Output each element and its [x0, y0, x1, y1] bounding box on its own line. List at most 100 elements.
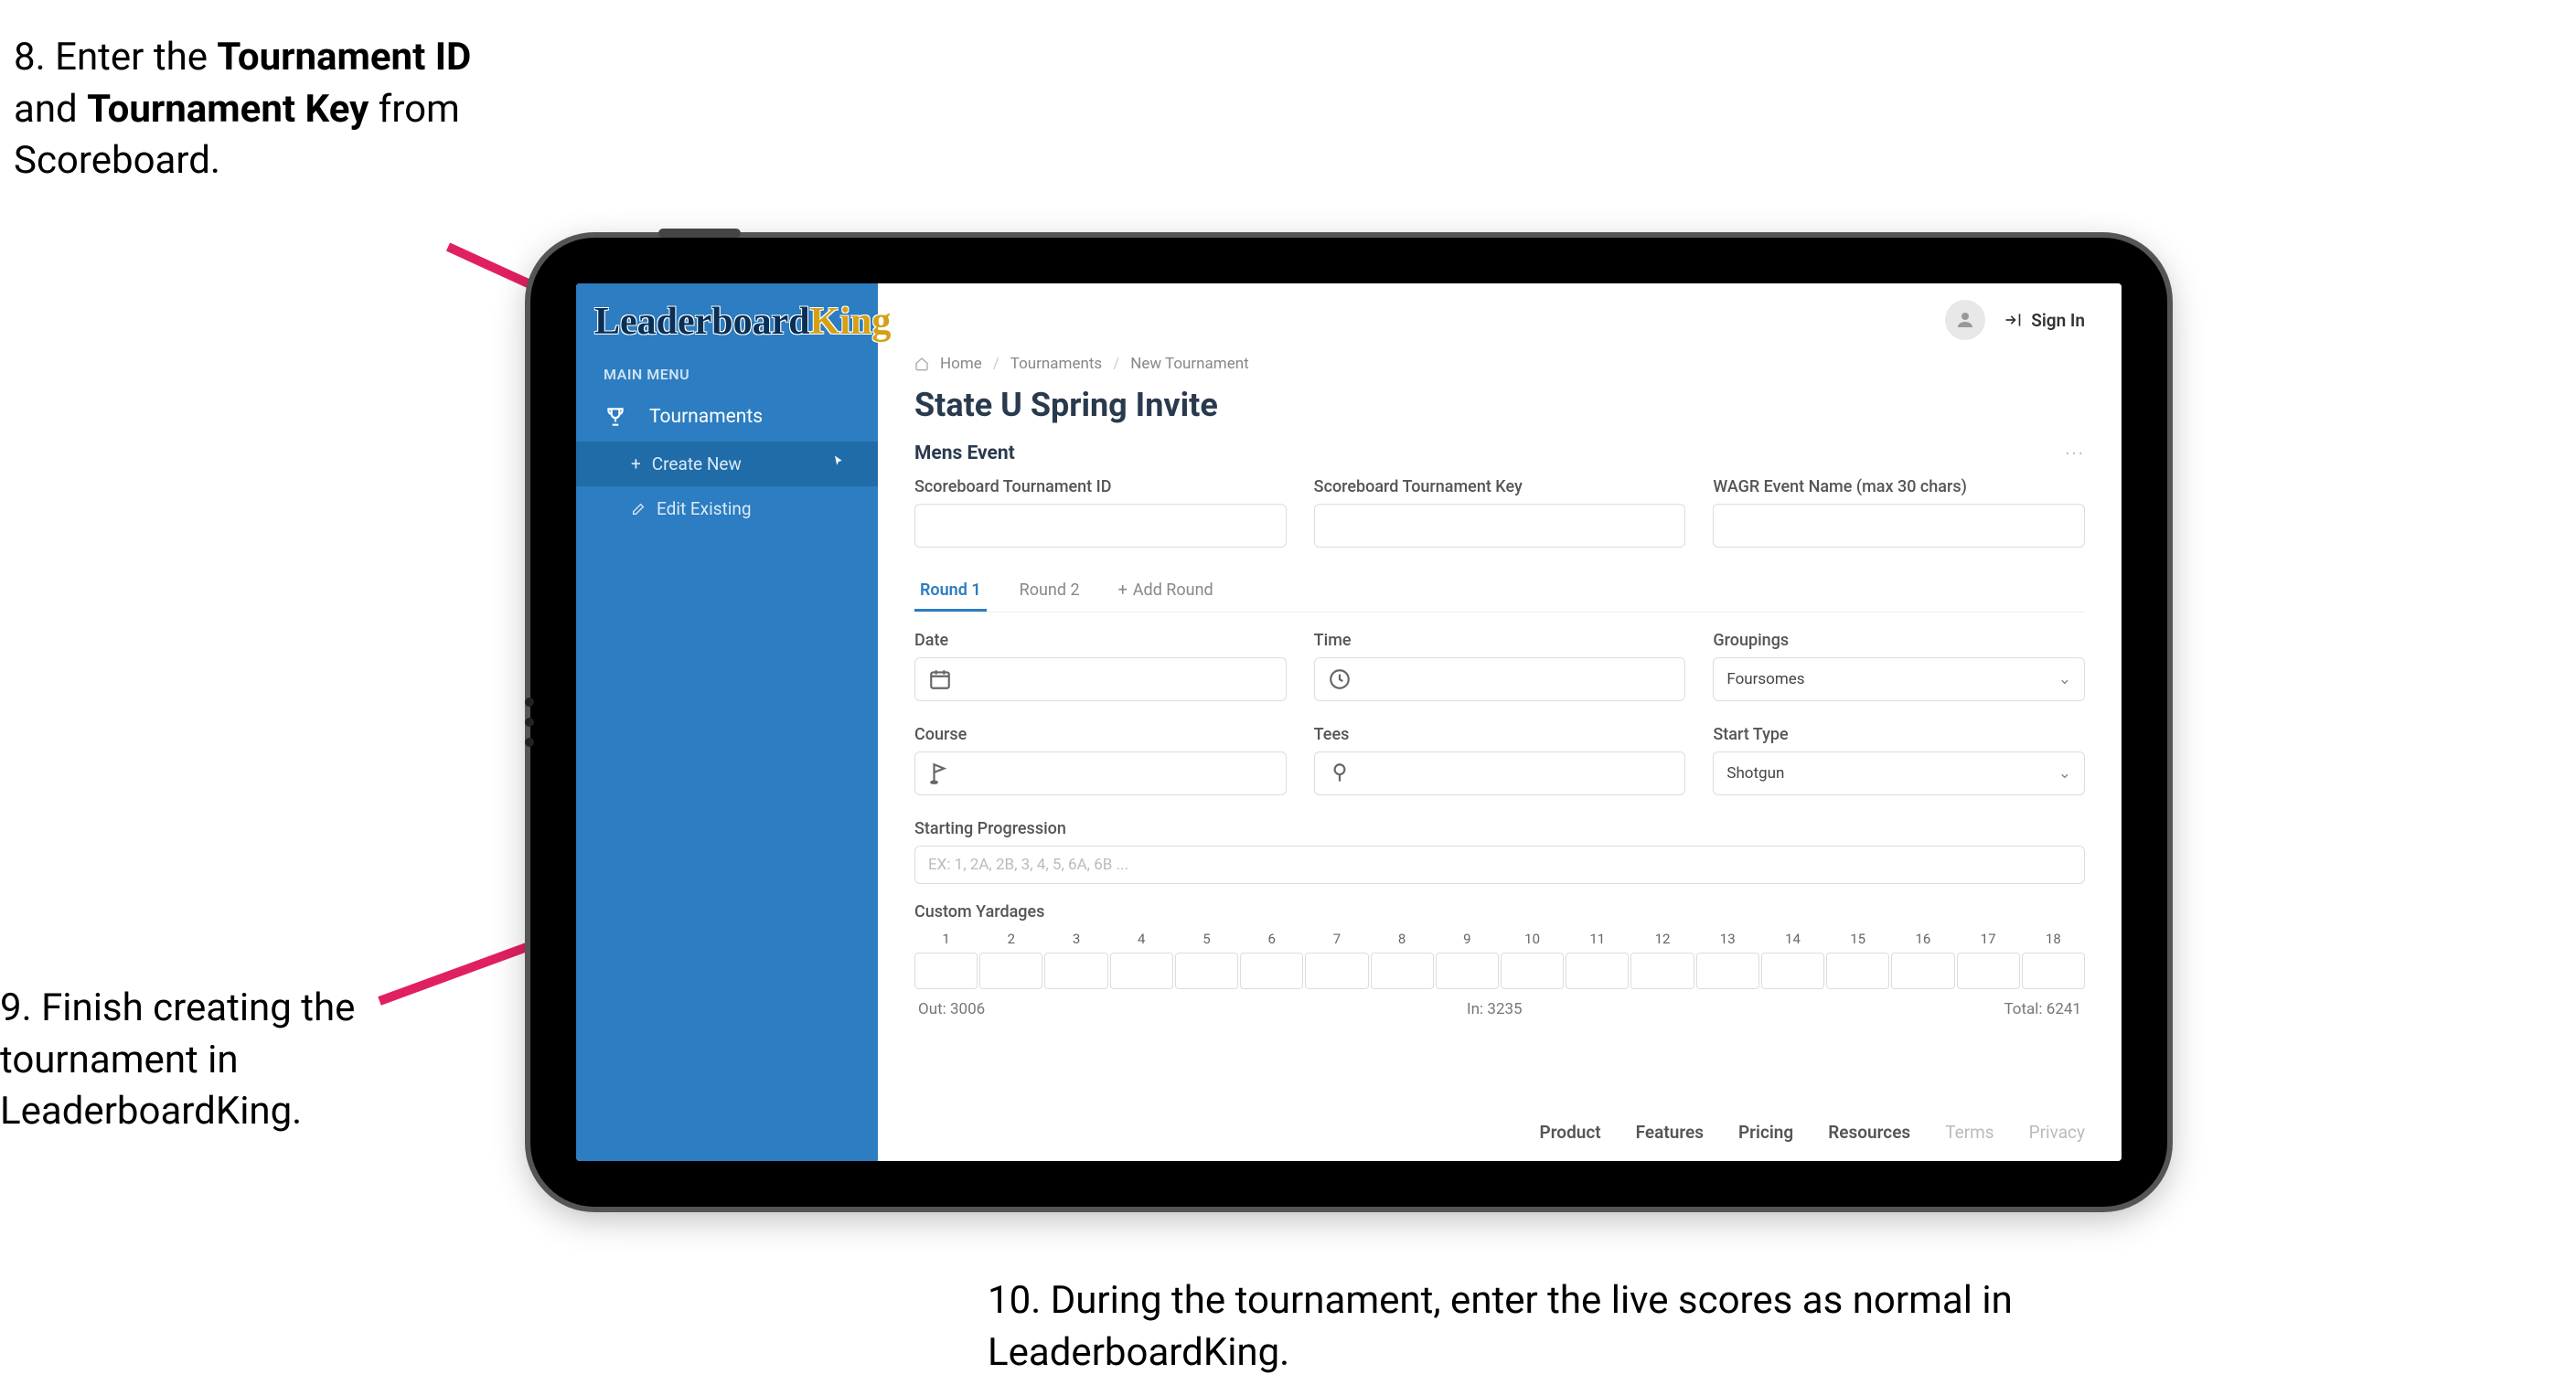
hole-yardage-input[interactable]: [1110, 953, 1173, 989]
tab-add-round[interactable]: + Add Round: [1113, 571, 1219, 612]
tee-icon: [1328, 762, 1352, 785]
input-starting-progression[interactable]: EX: 1, 2A, 2B, 3, 4, 5, 6A, 6B ...: [914, 846, 2085, 884]
start-type-value: Shotgun: [1726, 764, 1784, 783]
hole-4: 4: [1110, 931, 1173, 989]
hole-3: 3: [1044, 931, 1107, 989]
edit-icon: [631, 502, 646, 517]
tab-round-1[interactable]: Round 1: [914, 571, 987, 612]
hole-number: 14: [1761, 931, 1824, 947]
step-9: 9. Finish creating the tournament in Lea…: [0, 983, 366, 1138]
label-groupings: Groupings: [1713, 631, 2085, 650]
hole-yardage-input[interactable]: [1305, 953, 1368, 989]
crumb-tournaments[interactable]: Tournaments: [1010, 355, 1102, 373]
home-icon: [914, 357, 929, 371]
hole-1: 1: [914, 931, 978, 989]
topbar: Sign In: [878, 283, 2122, 347]
sidebar: LeaderboardKing MAIN MENU Tournaments + …: [576, 283, 878, 1161]
label-starting-progression: Starting Progression: [914, 819, 2085, 838]
input-time[interactable]: [1314, 657, 1686, 701]
signin-icon: [2004, 311, 2022, 329]
avatar[interactable]: [1945, 300, 1985, 340]
breadcrumb: Home / Tournaments / New Tournament: [914, 347, 2085, 386]
hole-11: 11: [1566, 931, 1629, 989]
footer-terms[interactable]: Terms: [1945, 1122, 1993, 1143]
event-name: Mens Event: [914, 442, 1015, 464]
hole-number: 7: [1305, 931, 1368, 947]
content: Home / Tournaments / New Tournament Stat…: [878, 347, 2122, 1096]
round-tabs: Round 1 Round 2 + Add Round: [914, 571, 2085, 613]
nav-edit-existing[interactable]: Edit Existing: [576, 486, 878, 531]
input-wagr[interactable]: [1713, 504, 2085, 548]
select-start-type[interactable]: Shotgun ⌄: [1713, 751, 2085, 795]
input-date[interactable]: [914, 657, 1287, 701]
footer-features[interactable]: Features: [1636, 1122, 1704, 1143]
trophy-icon: [604, 405, 627, 429]
user-icon: [1954, 309, 1976, 331]
tab-round-2[interactable]: Round 2: [1014, 571, 1085, 612]
crumb-home[interactable]: Home: [940, 355, 982, 373]
hole-yardage-input[interactable]: [1436, 953, 1499, 989]
hole-yardage-input[interactable]: [1175, 953, 1238, 989]
label-time: Time: [1314, 631, 1686, 650]
step-10: 10. During the tournament, enter the liv…: [988, 1275, 2176, 1379]
input-course[interactable]: [914, 751, 1287, 795]
signin-button[interactable]: Sign In: [2004, 310, 2085, 331]
hole-number: 8: [1371, 931, 1434, 947]
nav-edit-existing-label: Edit Existing: [657, 498, 752, 519]
app-screen: LeaderboardKing MAIN MENU Tournaments + …: [576, 283, 2122, 1161]
event-menu-button[interactable]: ···: [2065, 442, 2085, 464]
footer-privacy[interactable]: Privacy: [2029, 1122, 2085, 1143]
hole-number: 2: [979, 931, 1042, 947]
hole-yardage-input[interactable]: [2022, 953, 2085, 989]
hole-5: 5: [1175, 931, 1238, 989]
input-tees[interactable]: [1314, 751, 1686, 795]
yardage-totals: Out: 3006 In: 3235 Total: 6241: [914, 996, 2085, 1018]
hole-7: 7: [1305, 931, 1368, 989]
hole-number: 16: [1891, 931, 1954, 947]
hole-2: 2: [979, 931, 1042, 989]
plus-icon: +: [1118, 581, 1128, 600]
hole-yardage-input[interactable]: [1566, 953, 1629, 989]
footer-product[interactable]: Product: [1540, 1122, 1601, 1143]
hole-yardage-input[interactable]: [1891, 953, 1954, 989]
hole-yardage-input[interactable]: [1501, 953, 1564, 989]
hole-yardage-input[interactable]: [1826, 953, 1889, 989]
hole-number: 9: [1436, 931, 1499, 947]
calendar-icon: [928, 667, 952, 691]
label-custom-yardages: Custom Yardages: [914, 902, 2085, 922]
hole-number: 10: [1501, 931, 1564, 947]
hole-number: 15: [1826, 931, 1889, 947]
hole-yardage-input[interactable]: [979, 953, 1042, 989]
select-groupings[interactable]: Foursomes ⌄: [1713, 657, 2085, 701]
input-tournament-id[interactable]: [914, 504, 1287, 548]
tablet-device: LeaderboardKing MAIN MENU Tournaments + …: [530, 238, 2167, 1207]
nav-tournaments-label: Tournaments: [649, 406, 763, 428]
hole-yardage-input[interactable]: [914, 953, 978, 989]
device-side-dots: [525, 698, 534, 747]
label-date: Date: [914, 631, 1287, 650]
hole-yardage-input[interactable]: [1696, 953, 1759, 989]
hole-yardage-input[interactable]: [1630, 953, 1694, 989]
input-tournament-key[interactable]: [1314, 504, 1686, 548]
step-8: 8. Enter the Tournament ID and Tournamen…: [14, 32, 526, 187]
hole-yardage-input[interactable]: [1044, 953, 1107, 989]
hole-yardage-input[interactable]: [1371, 953, 1434, 989]
label-tees: Tees: [1314, 725, 1686, 744]
hole-number: 13: [1696, 931, 1759, 947]
hole-yardage-input[interactable]: [1240, 953, 1303, 989]
groupings-value: Foursomes: [1726, 670, 1804, 688]
footer-resources[interactable]: Resources: [1828, 1122, 1910, 1143]
yardage-in: In: 3235: [1467, 1000, 1523, 1018]
nav-create-new[interactable]: + Create New: [576, 442, 878, 486]
label-wagr: WAGR Event Name (max 30 chars): [1713, 477, 2085, 496]
device-top-button: [658, 229, 741, 238]
hole-yardage-input[interactable]: [1957, 953, 2020, 989]
chevron-down-icon: ⌄: [2058, 670, 2071, 688]
app-logo: LeaderboardKing: [576, 283, 878, 353]
yardage-out: Out: 3006: [918, 1000, 985, 1018]
nav-tournaments[interactable]: Tournaments: [576, 392, 878, 442]
nav-create-new-label: Create New: [652, 453, 742, 474]
hole-yardage-input[interactable]: [1761, 953, 1824, 989]
signin-label: Sign In: [2031, 310, 2085, 331]
footer-pricing[interactable]: Pricing: [1738, 1122, 1793, 1143]
